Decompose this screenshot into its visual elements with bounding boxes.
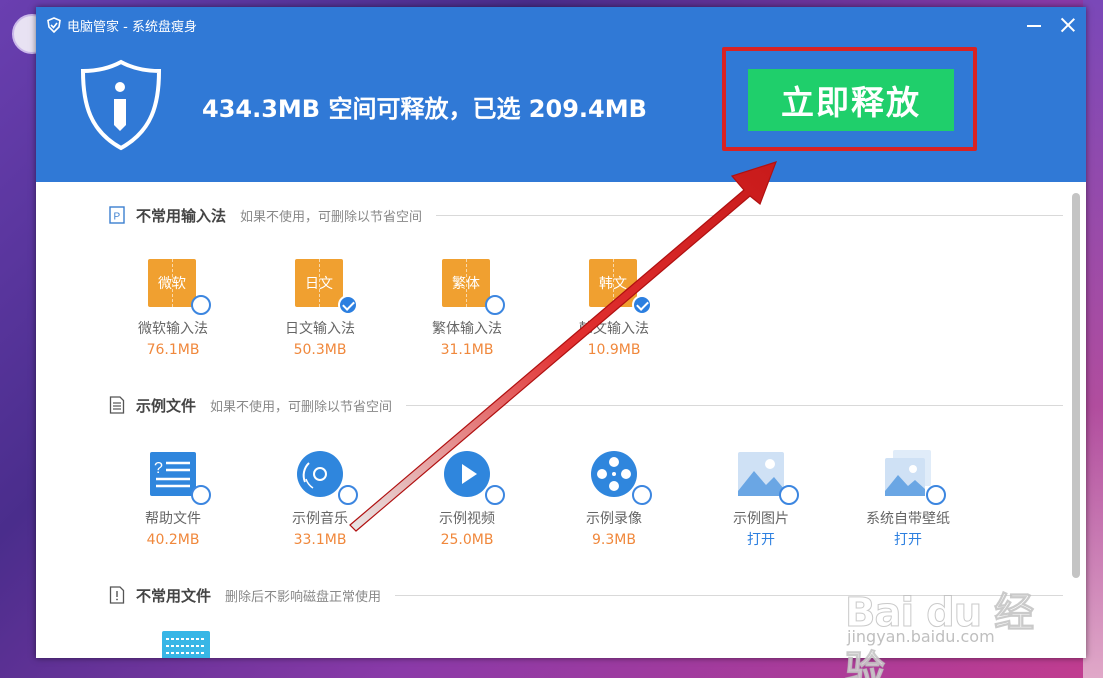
item-size: 50.3MB [293,342,347,358]
item-size: 25.0MB [440,532,494,548]
ime-icon: 繁体 [442,259,490,307]
item-label: 系统自带壁纸 [866,511,950,527]
app-logo-icon [47,17,61,33]
app-window: 电脑管家 - 系统盘瘦身 434.3MB 空间可释放，已选 209.4MB 立即… [36,7,1086,658]
item-label: 示例视频 [439,511,495,527]
select-checkbox[interactable] [632,295,652,315]
ime-icon: 韩文 [589,259,637,307]
section-desc: 如果不使用，可删除以节省空间 [240,209,423,225]
select-checkbox[interactable] [191,295,211,315]
section-title: 不常用文件 [136,586,212,605]
item-label: 示例图片 [733,511,789,527]
item-label: 微软输入法 [138,321,208,337]
select-checkbox[interactable] [338,295,358,315]
item-size: 40.2MB [146,532,200,548]
item-size: 31.1MB [440,342,494,358]
item-label: 韩文输入法 [579,321,649,337]
desktop-background [1083,0,1103,678]
scrollbar[interactable] [1072,193,1080,578]
ime-icon: 微软 [148,259,196,307]
item-label: 日文输入法 [285,321,355,337]
document-section-icon [108,395,126,415]
select-checkbox[interactable] [485,295,505,315]
window-title: 电脑管家 - 系统盘瘦身 [67,19,197,35]
minimize-button[interactable] [1026,17,1042,33]
item-size: 9.3MB [592,532,636,548]
ime-icon: 日文 [295,259,343,307]
item-label: 示例音乐 [292,511,348,527]
item-traditional-ime[interactable]: 繁体 繁体输入法 31.1MB [402,259,532,360]
open-link[interactable]: 打开 [696,530,826,550]
section-title: 不常用输入法 [136,206,227,225]
item-korean-ime[interactable]: 韩文 韩文输入法 10.9MB [549,259,679,360]
item-japanese-ime[interactable]: 日文 日文输入法 50.3MB [255,259,385,360]
svg-text:?: ? [154,460,163,477]
item-sample-video[interactable]: 示例视频 25.0MB [402,449,532,550]
select-checkbox[interactable] [926,485,946,505]
release-now-button[interactable]: 立即释放 [748,69,954,131]
section-unused-ime: P 不常用输入法 如果不使用，可删除以节省空间 微软 微软输入法 76.1MB … [108,205,1063,358]
space-summary: 434.3MB 空间可释放，已选 209.4MB [202,95,647,123]
titlebar: 电脑管家 - 系统盘瘦身 [46,15,197,35]
section-desc: 如果不使用，可删除以节省空间 [210,399,393,415]
ime-section-icon: P [108,205,126,225]
keyboard-file-icon [162,631,210,658]
file-alert-section-icon [108,585,126,605]
section-divider [406,404,1063,406]
section-title: 示例文件 [136,396,197,415]
select-checkbox[interactable] [779,485,799,505]
close-button[interactable] [1060,17,1076,33]
svg-text:P: P [114,212,121,223]
section-desc: 删除后不影响磁盘正常使用 [225,589,382,605]
item-label: 示例录像 [586,511,642,527]
header-banner: 电脑管家 - 系统盘瘦身 434.3MB 空间可释放，已选 209.4MB 立即… [36,7,1086,182]
item-microsoft-ime[interactable]: 微软 微软输入法 76.1MB [108,259,238,360]
item-system-wallpapers[interactable]: 系统自带壁纸 打开 [843,449,973,550]
baidu-watermark: Bai du 经验 jingyan.baidu.com [845,580,1045,678]
select-checkbox[interactable] [485,485,505,505]
select-checkbox[interactable] [632,485,652,505]
item-sample-music[interactable]: 示例音乐 33.1MB [255,449,385,550]
item-size: 33.1MB [293,532,347,548]
shield-info-icon [80,59,162,151]
select-checkbox[interactable] [191,485,211,505]
section-divider [436,214,1063,216]
open-link[interactable]: 打开 [843,530,973,550]
item-sample-pictures[interactable]: 示例图片 打开 [696,449,826,550]
section-sample-files: 示例文件 如果不使用，可删除以节省空间 ? 帮助文件 40.2MB 示例音乐 3… [108,395,1063,548]
item-size: 10.9MB [587,342,641,358]
item-label: 帮助文件 [145,511,201,527]
select-checkbox[interactable] [338,485,358,505]
item-help-files[interactable]: ? 帮助文件 40.2MB [108,449,238,550]
item-label: 繁体输入法 [432,321,502,337]
item-sample-recording[interactable]: 示例录像 9.3MB [549,449,679,550]
watermark-url: jingyan.baidu.com [847,627,995,646]
item-size: 76.1MB [146,342,200,358]
